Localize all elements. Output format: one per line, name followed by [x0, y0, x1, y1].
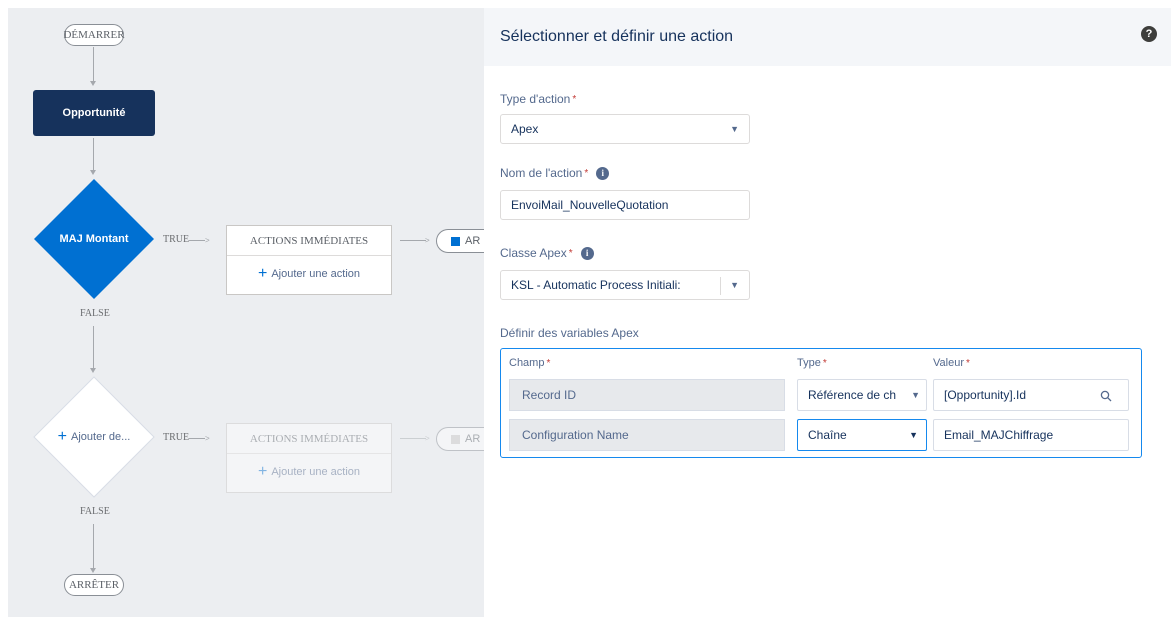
- true-label: TRUE: [163, 234, 190, 245]
- immediate-actions-box: ACTIONS IMMÉDIATES + Ajouter une action: [226, 225, 392, 295]
- criteria-label: MAJ Montant: [59, 233, 129, 245]
- apex-class-select[interactable]: KSL - Automatic Process Initiali: ▼: [500, 270, 750, 300]
- plus-icon: +: [257, 265, 268, 282]
- criteria-node-maj-montant[interactable]: MAJ Montant: [33, 178, 155, 300]
- actions-header: ACTIONS IMMÉDIATES: [227, 226, 391, 256]
- stop-node: ARRÊTER: [64, 574, 124, 596]
- action-panel: Sélectionner et définir une action ? Typ…: [484, 8, 1171, 617]
- add-action-link[interactable]: + Ajouter une action: [227, 454, 391, 490]
- chevron-down-icon: ▼: [911, 390, 920, 400]
- action-type-select[interactable]: Apex ▼: [500, 114, 750, 144]
- criteria-node-add[interactable]: + Ajouter de...: [33, 376, 155, 498]
- type-select-row2[interactable]: Chaîne ▼: [797, 419, 927, 451]
- column-header-field: Champ *: [509, 357, 551, 369]
- question-circle-icon[interactable]: ?: [1141, 26, 1157, 42]
- panel-header: Sélectionner et définir une action: [484, 8, 1171, 66]
- field-cell-configuration-name: Configuration Name: [509, 419, 785, 451]
- apex-variables-table: Champ * Type * Valeur * Record ID Référe…: [500, 348, 1142, 458]
- schedule-icon: [451, 236, 460, 246]
- plus-icon: +: [57, 428, 67, 445]
- process-canvas: DÉMARRER Opportunité MAJ Montant TRUE > …: [8, 8, 496, 617]
- actions-header: ACTIONS IMMÉDIATES: [227, 424, 391, 454]
- value-input-row1[interactable]: [Opportunity].Id: [933, 379, 1129, 411]
- value-input-row2[interactable]: Email_MAJChiffrage: [933, 419, 1129, 451]
- start-node: DÉMARRER: [63, 24, 125, 46]
- schedule-icon: [451, 434, 460, 444]
- action-name-label: Nom de l'action * i: [500, 166, 610, 180]
- type-select-row1[interactable]: Référence de ch ▼: [797, 379, 927, 411]
- object-node-opportunity[interactable]: Opportunité: [33, 90, 155, 136]
- chevron-down-icon: ▼: [730, 124, 739, 134]
- false-label: FALSE: [80, 506, 110, 517]
- true-label: TRUE: [163, 432, 190, 443]
- column-header-value: Valeur *: [933, 357, 970, 369]
- info-icon[interactable]: i: [596, 166, 610, 180]
- add-action-link[interactable]: + Ajouter une action: [227, 256, 391, 292]
- action-name-input[interactable]: EnvoiMail_NouvelleQuotation: [500, 190, 750, 220]
- false-label: FALSE: [80, 308, 110, 319]
- info-icon[interactable]: i: [580, 246, 594, 260]
- action-type-label: Type d'action *: [500, 92, 577, 106]
- panel-title: Sélectionner et définir une action: [500, 28, 734, 45]
- field-cell-record-id: Record ID: [509, 379, 785, 411]
- chevron-down-icon: ▼: [909, 430, 918, 440]
- column-header-type: Type *: [797, 357, 827, 369]
- plus-icon: +: [257, 463, 268, 480]
- apex-variables-label: Définir des variables Apex: [500, 326, 639, 340]
- immediate-actions-box: ACTIONS IMMÉDIATES + Ajouter une action: [226, 423, 392, 493]
- apex-class-label: Classe Apex * i: [500, 246, 594, 260]
- search-icon[interactable]: [1100, 390, 1112, 402]
- chevron-down-icon: ▼: [730, 280, 739, 290]
